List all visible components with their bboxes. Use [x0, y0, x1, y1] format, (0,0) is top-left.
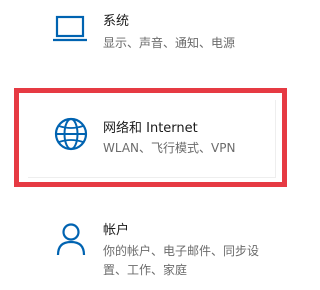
accounts-description-line2: 置、工作、家庭: [103, 263, 188, 277]
system-title: 系统: [103, 14, 130, 29]
settings-tile-system[interactable]: 系统 显示、声音、通知、电源: [0, 0, 314, 80]
person-icon: [56, 223, 86, 256]
system-description: 显示、声音、通知、电源: [103, 36, 236, 50]
highlight-frame: [14, 88, 287, 187]
accounts-description-line1: 你的帐户、电子邮件、同步设: [103, 244, 260, 258]
accounts-title: 帐户: [103, 223, 130, 238]
laptop-icon: [53, 15, 87, 42]
settings-tile-accounts[interactable]: 帐户 你的帐户、电子邮件、同步设 置、工作、家庭: [0, 210, 314, 290]
